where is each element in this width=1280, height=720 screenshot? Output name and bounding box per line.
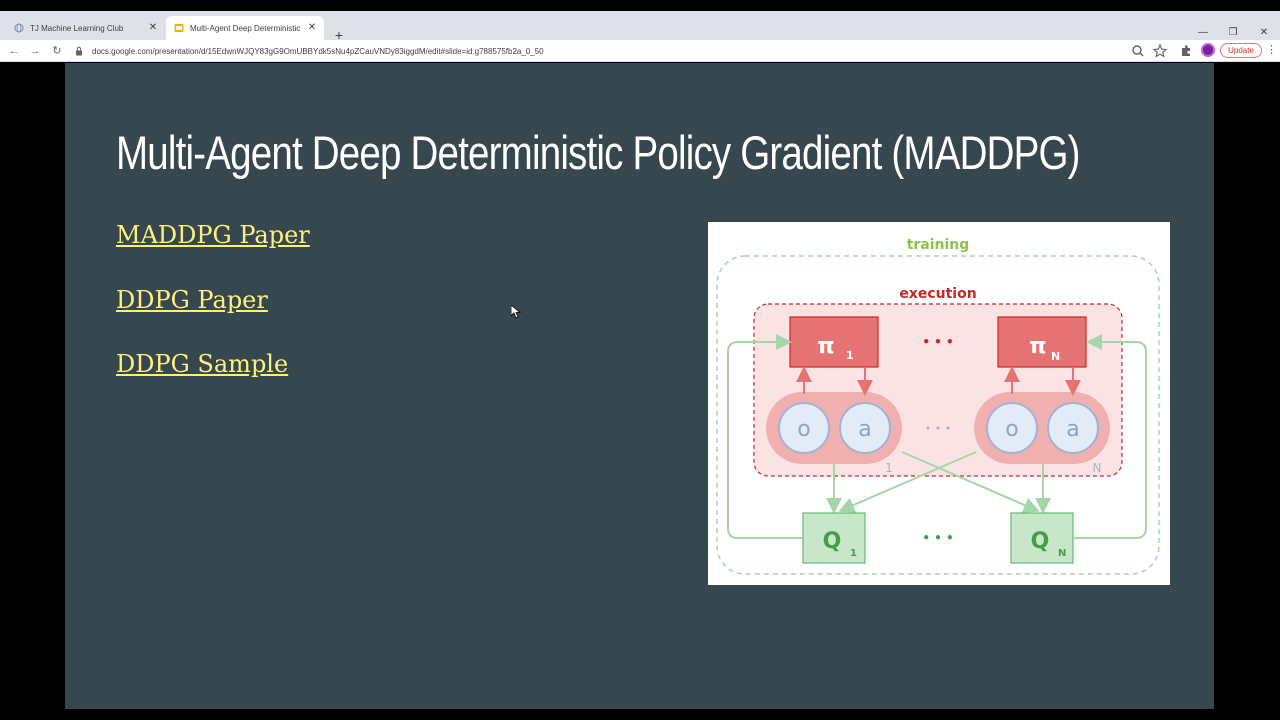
close-tab-icon[interactable]: ✕ xyxy=(306,22,318,34)
policy-n-symbol: π xyxy=(1029,334,1046,359)
profile-avatar[interactable] xyxy=(1201,43,1215,57)
mouse-cursor-icon xyxy=(511,305,521,319)
close-tab-icon[interactable]: ✕ xyxy=(147,22,159,34)
extensions-puzzle-icon[interactable] xyxy=(1178,43,1194,59)
obs-1-label: o xyxy=(797,417,810,442)
training-label: training xyxy=(907,237,970,253)
back-icon[interactable]: ← xyxy=(6,43,22,59)
slide-title: Multi-Agent Deep Deterministic Policy Gr… xyxy=(116,126,1080,179)
agent-ellipsis: • • • xyxy=(925,422,951,435)
tab-tj-ml-club[interactable]: TJ Machine Learning Club ✕ xyxy=(10,16,165,40)
close-window-icon[interactable]: ✕ xyxy=(1255,25,1273,41)
agent-n-index: N xyxy=(1093,461,1102,475)
window-top-edge xyxy=(0,0,1280,11)
maddpg-diagram: training execution π 1 π N • • • o a o a… xyxy=(708,222,1170,585)
q-1-symbol: Q xyxy=(823,529,842,554)
zoom-icon[interactable] xyxy=(1130,43,1146,59)
maddpg-diagram-svg: training execution π 1 π N • • • o a o a… xyxy=(716,237,1160,575)
tab-title: Multi-Agent Deep Deterministic xyxy=(190,23,301,33)
slide: Multi-Agent Deep Deterministic Policy Gr… xyxy=(65,63,1214,709)
lock-icon xyxy=(76,46,82,56)
q-1-subscript: 1 xyxy=(850,548,857,559)
update-button[interactable]: Update xyxy=(1220,43,1262,58)
forward-icon[interactable]: → xyxy=(27,43,43,59)
address-bar[interactable]: docs.google.com/presentation/d/15EdwnWJQ… xyxy=(74,42,1174,60)
link-ddpg-sample[interactable]: DDPG Sample xyxy=(116,350,288,378)
presentation-stage: Multi-Agent Deep Deterministic Policy Gr… xyxy=(0,63,1280,720)
restore-icon[interactable]: ❐ xyxy=(1224,25,1242,41)
tab-title: TJ Machine Learning Club xyxy=(30,23,124,33)
slides-icon xyxy=(174,24,184,32)
agent-1-index: 1 xyxy=(885,461,893,475)
browser-toolbar: ← → ↻ docs.google.com/presentation/d/15E… xyxy=(0,40,1280,62)
link-maddpg-paper[interactable]: MADDPG Paper xyxy=(116,221,310,249)
q-ellipsis: • • • xyxy=(922,531,953,545)
reload-icon[interactable]: ↻ xyxy=(49,43,65,59)
menu-kebab-icon[interactable]: ⋮ xyxy=(1266,43,1277,58)
policy-1-subscript: 1 xyxy=(846,349,854,362)
globe-icon xyxy=(14,23,24,33)
link-ddpg-paper[interactable]: DDPG Paper xyxy=(116,286,268,314)
execution-label: execution xyxy=(899,286,976,302)
q-n-subscript: N xyxy=(1058,548,1066,559)
url-text: docs.google.com/presentation/d/15EdwnWJQ… xyxy=(92,46,544,56)
act-n-label: a xyxy=(1066,417,1079,442)
policy-1-symbol: π xyxy=(817,334,834,359)
tab-bar: TJ Machine Learning Club ✕ Multi-Agent D… xyxy=(0,11,1280,42)
q-n-symbol: Q xyxy=(1031,529,1050,554)
act-1-label: a xyxy=(858,417,871,442)
tab-maddpg-slides[interactable]: Multi-Agent Deep Deterministic ✕ xyxy=(166,16,324,40)
bookmark-star-icon[interactable] xyxy=(1152,43,1168,59)
obs-n-label: o xyxy=(1005,417,1018,442)
minimize-icon[interactable]: — xyxy=(1194,25,1212,41)
policy-ellipsis: • • • xyxy=(922,335,953,349)
policy-n-subscript: N xyxy=(1051,350,1060,363)
